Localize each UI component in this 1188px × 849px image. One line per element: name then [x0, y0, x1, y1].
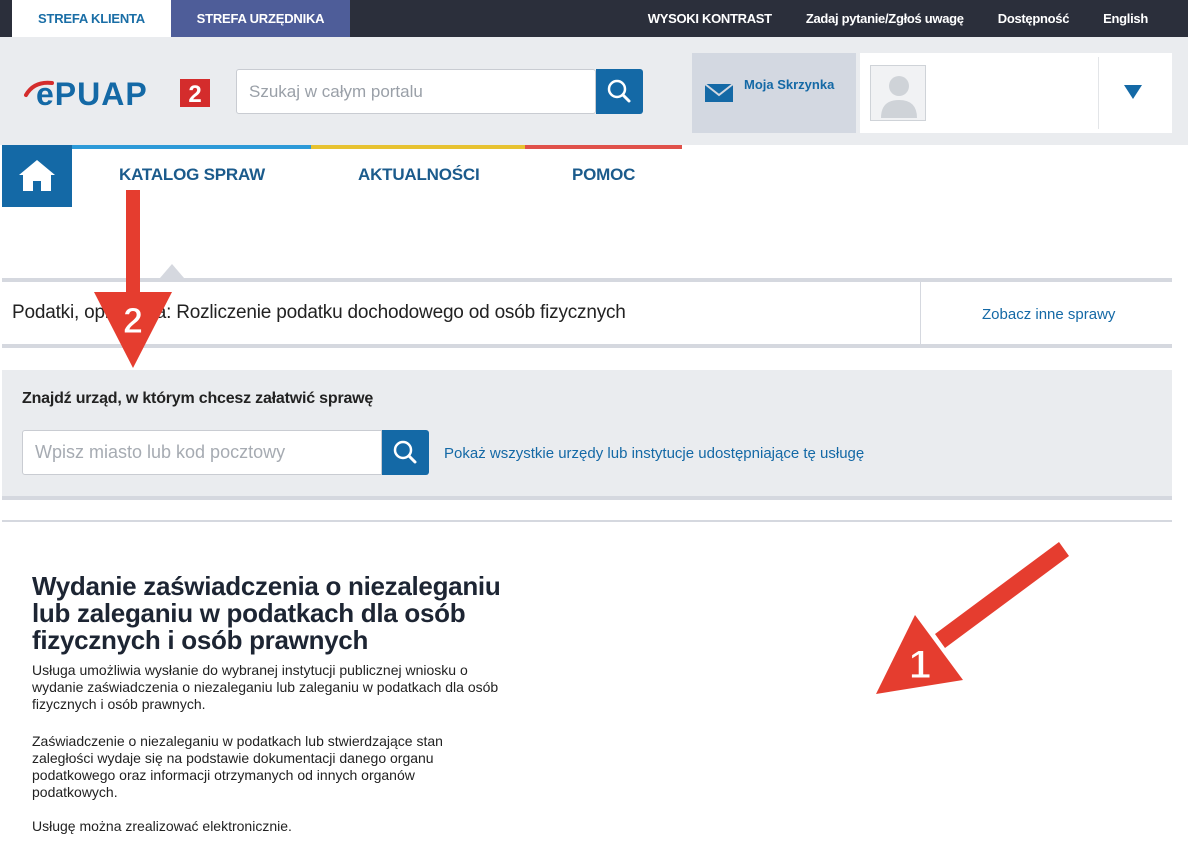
- nav-line-help: [525, 145, 682, 149]
- breadcrumb-bottom-border: [2, 344, 1172, 348]
- home-icon: [19, 160, 55, 191]
- user-menu-divider: [1098, 57, 1099, 129]
- portal-search-button[interactable]: [596, 69, 643, 114]
- portal-search-input[interactable]: Szukaj w całym portalu: [236, 69, 596, 114]
- annotation-label-1: 1: [909, 643, 931, 687]
- nav-pointer: [160, 264, 184, 278]
- service-description-2: Zaświadczenie o niezaleganiu w podatkach…: [32, 733, 443, 800]
- finder-bottom-border: [2, 496, 1172, 500]
- user-avatar-icon: [870, 65, 926, 121]
- content-divider: [2, 520, 1172, 522]
- nav-line-catalog: [72, 145, 311, 149]
- nav-item-catalog[interactable]: KATALOG SPRAW: [119, 165, 265, 185]
- high-contrast-link[interactable]: WYSOKI KONTRAST: [648, 11, 772, 26]
- mail-icon: [704, 83, 734, 102]
- service-description-1: Usługa umożliwia wysłanie do wybranej in…: [32, 662, 499, 712]
- breadcrumb-divider: [920, 282, 921, 344]
- mailbox-button[interactable]: Moja Skrzynka: [692, 53, 856, 133]
- city-search-input[interactable]: Wpisz miasto lub kod pocztowy: [22, 430, 382, 475]
- top-bar: STREFA KLIENTA STREFA URZĘDNIKA WYSOKI K…: [0, 0, 1188, 37]
- service-description-3: Usługę można zrealizować elektronicznie.: [32, 818, 292, 834]
- search-icon: [393, 440, 417, 464]
- chevron-down-icon[interactable]: [1124, 85, 1142, 99]
- mailbox-label: Moja Skrzynka: [744, 77, 835, 92]
- city-search-button[interactable]: [382, 430, 429, 475]
- nav-line-news: [311, 145, 525, 149]
- search-icon: [607, 79, 631, 103]
- annotation-arrow-1: 1: [876, 542, 1069, 694]
- home-button[interactable]: [2, 145, 72, 207]
- nav-item-help[interactable]: POMOC: [572, 165, 635, 185]
- epuap-logo[interactable]: ePUAP 2: [22, 73, 212, 113]
- top-links: WYSOKI KONTRAST Zadaj pytanie/Zgłoś uwag…: [648, 0, 1149, 37]
- breadcrumb: Podatki, opłaty, cła: Rozliczenie podatk…: [2, 282, 1172, 344]
- user-menu[interactable]: [860, 53, 1172, 133]
- accessibility-link[interactable]: Dostępność: [998, 11, 1070, 26]
- english-link[interactable]: English: [1103, 11, 1148, 26]
- office-finder: Znajdź urząd, w którym chcesz załatwić s…: [2, 370, 1172, 496]
- tab-client-zone[interactable]: STREFA KLIENTA: [12, 0, 171, 37]
- service-title: Wydanie zaświadczenia o niezaleganiu lub…: [32, 571, 501, 655]
- show-all-offices-link[interactable]: Pokaż wszystkie urzędy lub instytucje ud…: [444, 445, 864, 462]
- svg-text:2: 2: [188, 81, 201, 108]
- office-finder-title: Znajdź urząd, w którym chcesz załatwić s…: [22, 390, 374, 407]
- ask-question-link[interactable]: Zadaj pytanie/Zgłoś uwagę: [806, 11, 964, 26]
- other-services-link[interactable]: Zobacz inne sprawy: [982, 306, 1115, 323]
- nav-item-news[interactable]: AKTUALNOŚCI: [358, 165, 480, 185]
- svg-text:ePUAP: ePUAP: [36, 76, 148, 112]
- breadcrumb-text: Podatki, opłaty, cła: Rozliczenie podatk…: [12, 302, 626, 323]
- tab-official-zone[interactable]: STREFA URZĘDNIKA: [171, 0, 350, 37]
